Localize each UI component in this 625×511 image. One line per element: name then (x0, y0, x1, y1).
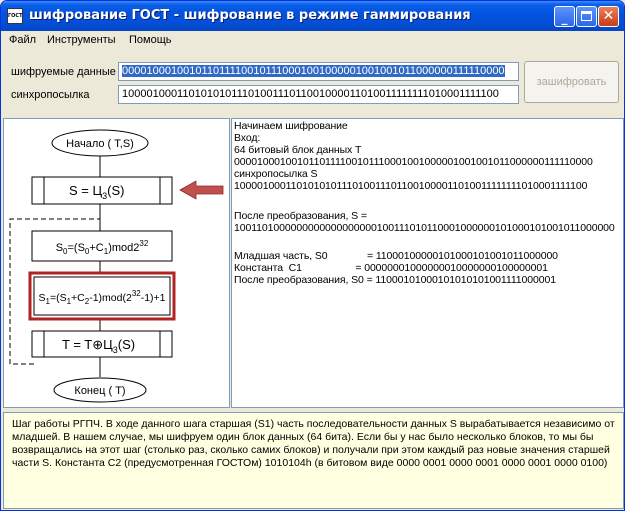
menu-tools[interactable]: Инструменты (47, 34, 116, 46)
log-line: синхропосылка S (234, 168, 318, 180)
window-title: шифрование ГОСТ - шифрование в режиме га… (29, 8, 471, 23)
current-step-arrow-icon (179, 180, 224, 200)
menu-bar: Файл Инструменты Помощь (1, 31, 624, 51)
minimize-button[interactable]: _ (554, 6, 575, 27)
title-bar[interactable]: ГОСТ шифрование ГОСТ - шифрование в режи… (1, 1, 624, 31)
log-line: Начинаем шифрование (234, 120, 348, 132)
start-label: Начало ( T,S) (66, 138, 134, 150)
main-window: ГОСТ шифрование ГОСТ - шифрование в режи… (0, 0, 625, 511)
close-button[interactable]: ✕ (598, 6, 619, 27)
sync-label: синхропосылка (11, 89, 90, 101)
flowchart-svg: Начало ( T,S) S = Ц3(S) S0=(S0+C1)mod232… (9, 129, 224, 403)
data-label: шифруемые данные (11, 66, 116, 78)
flowchart-panel: Начало ( T,S) S = Ц3(S) S0=(S0+C1)mod232… (3, 118, 230, 408)
log-line: После преобразования, S0 = 1100010100010… (234, 274, 556, 286)
data-input-value: 0000100010010110111100101110001001000001… (122, 65, 505, 77)
log-line: Младшая часть, S0 = 11000100000101000101… (234, 250, 558, 262)
maximize-icon (581, 11, 592, 21)
step2-formula: S0=(S0+C1)mod232 (56, 239, 149, 256)
step3-formula: S1=(S1+C2-1)mod(232-1)+1 (38, 289, 165, 306)
data-input[interactable]: 0000100010010110111100101110001001000001… (118, 62, 519, 81)
log-line: 64 битовый блок данных T (234, 144, 362, 156)
app-icon: ГОСТ (7, 8, 23, 24)
log-panel[interactable]: Начинаем шифрование Вход: 64 битовый бло… (231, 118, 624, 408)
sync-input[interactable]: 1000010001101010101110100111011001000011… (118, 85, 519, 104)
maximize-button[interactable] (576, 6, 597, 27)
log-line: После преобразования, S = (234, 210, 367, 222)
log-line: 1001101000000000000000000100111010110001… (234, 222, 615, 234)
log-line: Вход: (234, 132, 261, 144)
log-line: 0000100010010110111100101110001001000001… (234, 156, 593, 168)
sync-input-value: 1000010001101010101110100111011001000011… (122, 88, 499, 100)
log-line: 1000010001101010101110100111011001000011… (234, 180, 588, 192)
log-line: Константа C1 = 0000000100000001000000010… (234, 262, 548, 274)
end-label: Конец ( T) (74, 385, 125, 397)
menu-file[interactable]: Файл (9, 34, 36, 46)
description-panel: Шаг работы РГПЧ. В ходе данного шага ста… (3, 412, 624, 509)
menu-help[interactable]: Помощь (129, 34, 172, 46)
encrypt-button[interactable]: зашифровать (524, 61, 619, 103)
